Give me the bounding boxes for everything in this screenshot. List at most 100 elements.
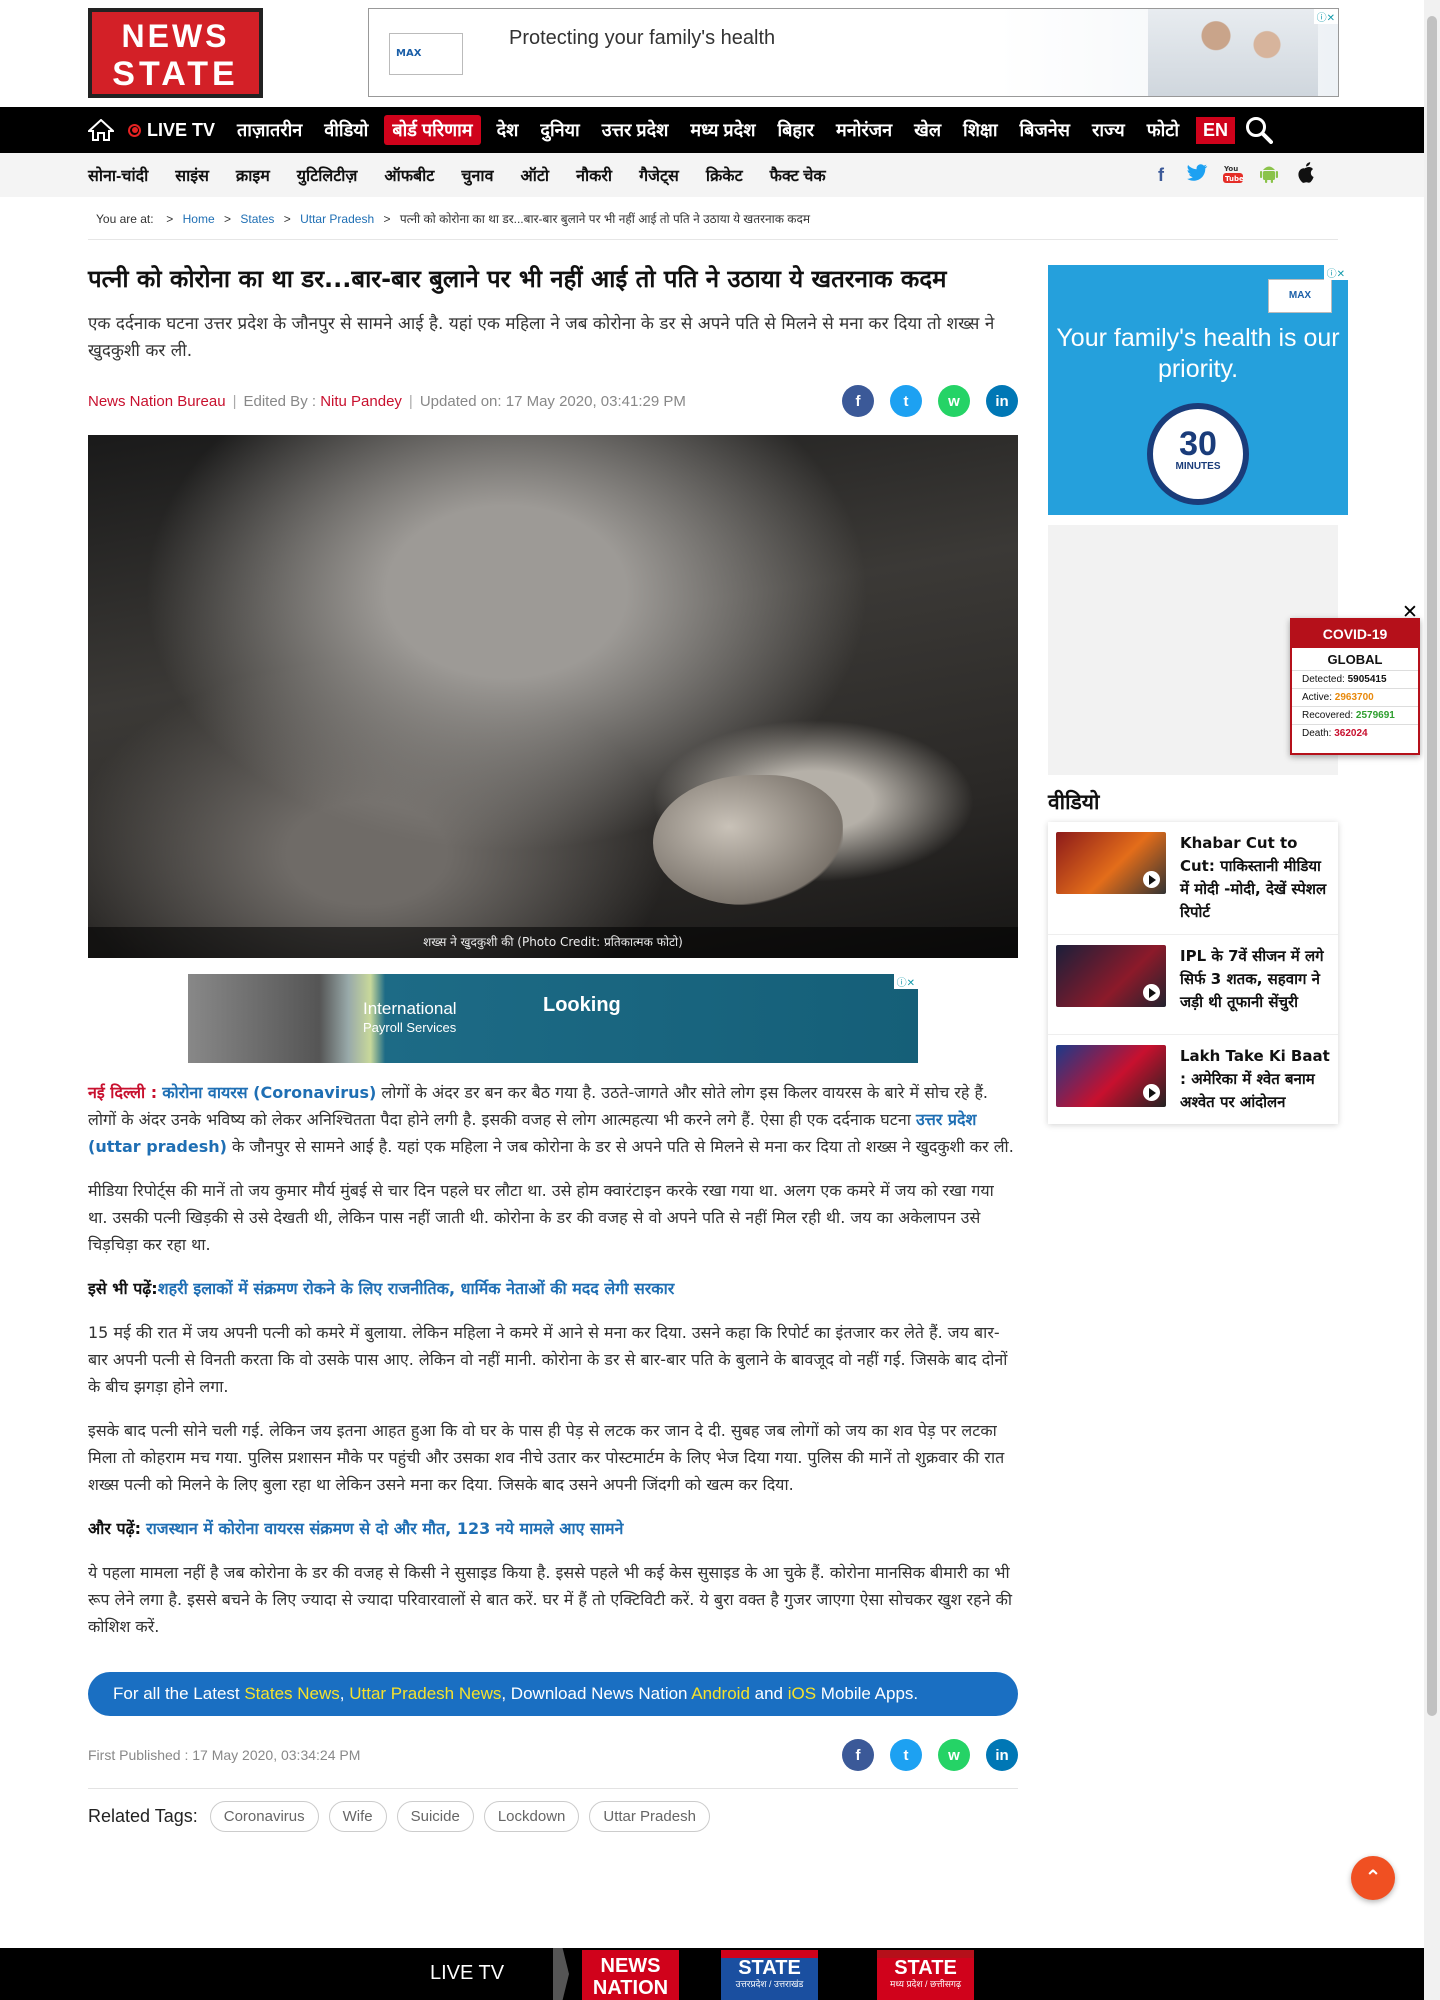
share-linkedin-button[interactable]: in	[986, 1739, 1018, 1771]
covid-region: GLOBAL	[1327, 652, 1383, 667]
site-logo[interactable]: NEWS STATE	[88, 8, 263, 98]
share-whatsapp-button[interactable]: w	[938, 1739, 970, 1771]
share-twitter-button[interactable]: t	[890, 385, 922, 417]
sub-nav-election[interactable]: चुनाव	[461, 164, 493, 186]
ad-brand-name: MAX	[396, 48, 422, 59]
video-item[interactable]: Khabar Cut to Cut: पाकिस्तानी मीडिया में…	[1048, 822, 1338, 935]
scrollbar-thumb[interactable]	[1427, 16, 1437, 1716]
also-read-link[interactable]: राजस्थान में कोरोना वायरस संक्रमण से दो …	[146, 1519, 623, 1538]
video-title: IPL के 7वें सीजन में लगे सिर्फ 3 शतक, सह…	[1180, 947, 1324, 1011]
ad-minutes: 30	[1179, 425, 1217, 463]
play-icon	[1143, 1084, 1160, 1101]
covid-active-label: Active:	[1302, 692, 1333, 703]
facebook-icon[interactable]: f	[1150, 165, 1172, 186]
also-read-link[interactable]: शहरी इलाकों में संक्रमण रोकने के लिए राज…	[158, 1279, 675, 1298]
apps-banner: For all the Latest States News, Uttar Pr…	[88, 1672, 1018, 1716]
play-icon	[1143, 984, 1160, 1001]
social-links: f You Tube	[1150, 162, 1316, 189]
ad-choices-icon[interactable]: ⓘ✕	[893, 974, 918, 989]
breadcrumb-home[interactable]: Home	[183, 212, 215, 226]
top-banner-ad[interactable]: MAX Protecting your family's health ⓘ✕	[368, 8, 1339, 97]
nav-item-board-results[interactable]: बोर्ड परिणाम	[384, 115, 481, 145]
sub-nav-fact-check[interactable]: फैक्ट चेक	[770, 164, 826, 186]
tag-uttar-pradesh[interactable]: Uttar Pradesh	[589, 1801, 710, 1832]
sub-nav-offbeat[interactable]: ऑफबीट	[384, 164, 434, 186]
nav-item-latest[interactable]: ताज़ातरीन	[226, 118, 313, 142]
covid-widget[interactable]: COVID-19 GLOBAL Detected: 5905415 Active…	[1290, 618, 1420, 755]
sub-nav-jobs[interactable]: नौकरी	[576, 164, 612, 186]
nav-item-country[interactable]: देश	[486, 118, 530, 142]
author-link[interactable]: News Nation Bureau	[88, 393, 226, 410]
nav-item-madhya-pradesh[interactable]: मध्य प्रदेश	[679, 118, 766, 142]
arrow-icon	[553, 1948, 569, 2000]
sub-nav-gadgets[interactable]: गैजेट्स	[639, 164, 679, 186]
language-en-button[interactable]: EN	[1196, 116, 1236, 144]
nav-item-education[interactable]: शिक्षा	[952, 118, 1008, 142]
android-app-link[interactable]: Android	[691, 1684, 750, 1703]
tag-lockdown[interactable]: Lockdown	[483, 1801, 580, 1832]
sub-nav-auto[interactable]: ऑटो	[520, 164, 549, 186]
channel-name: STATE	[894, 1957, 957, 1979]
twitter-icon[interactable]	[1186, 164, 1208, 187]
channel-news-nation[interactable]: NEWS NATION	[582, 1950, 679, 2000]
nav-live-tv[interactable]: LIVE TV	[124, 120, 226, 141]
covid-active: Active: 2963700	[1292, 688, 1418, 706]
covid-detected-label: Detected:	[1302, 674, 1345, 685]
share-facebook-button[interactable]: f	[842, 385, 874, 417]
tag-coronavirus[interactable]: Coronavirus	[209, 1801, 319, 1832]
ios-app-link[interactable]: iOS	[788, 1684, 816, 1703]
sub-nav-science[interactable]: साइंस	[175, 164, 209, 186]
top-header: NEWS STATE MAX Protecting your family's …	[0, 0, 1440, 107]
states-news-link[interactable]: States News	[244, 1684, 339, 1703]
sub-nav-crime[interactable]: क्राइम	[236, 164, 270, 186]
video-item[interactable]: Lakh Take Ki Baat : अमेरिका में श्वेत बन…	[1048, 1035, 1338, 1124]
video-item[interactable]: IPL के 7वें सीजन में लगे सिर्फ 3 शतक, सह…	[1048, 935, 1338, 1035]
edited-by-label: Edited By :	[243, 392, 317, 410]
video-section-title: वीडियो	[1048, 790, 1100, 814]
share-whatsapp-button[interactable]: w	[938, 385, 970, 417]
search-icon[interactable]	[1245, 116, 1274, 144]
nav-item-world[interactable]: दुनिया	[529, 118, 590, 142]
tag-wife[interactable]: Wife	[328, 1801, 387, 1832]
byline-divider: |	[408, 392, 413, 410]
nav-item-states[interactable]: राज्य	[1081, 118, 1136, 142]
share-linkedin-button[interactable]: in	[986, 385, 1018, 417]
scroll-to-top-button[interactable]: ⌃	[1351, 1856, 1395, 1900]
share-buttons-bottom: f t w in	[842, 1739, 1018, 1771]
nav-item-video[interactable]: वीडियो	[313, 118, 379, 142]
home-icon[interactable]	[86, 118, 116, 141]
share-twitter-button[interactable]: t	[890, 1739, 922, 1771]
sub-nav-gold-silver[interactable]: सोना-चांदी	[88, 164, 148, 186]
covid-death-value: 362024	[1334, 728, 1368, 739]
nav-item-photo[interactable]: फोटो	[1136, 118, 1190, 142]
channel-news-state-mp[interactable]: STATE मध्य प्रदेश / छत्तीसगढ़	[877, 1950, 974, 2000]
breadcrumb-separator: >	[162, 212, 174, 226]
article: पत्नी को कोरोना का था डर...बार-बार बुलान…	[88, 262, 1018, 1832]
youtube-icon[interactable]: You Tube	[1222, 162, 1244, 189]
ad-choices-icon[interactable]: ⓘ✕	[1313, 9, 1338, 24]
nav-item-business[interactable]: बिजनेस	[1009, 118, 1081, 142]
in-article-ad[interactable]: International Payroll Services Looking ⓘ…	[188, 974, 918, 1063]
tag-suicide[interactable]: Suicide	[396, 1801, 474, 1832]
android-icon[interactable]	[1258, 162, 1280, 189]
share-facebook-button[interactable]: f	[842, 1739, 874, 1771]
ad-text: Looking	[543, 994, 621, 1016]
nav-item-sports[interactable]: खेल	[903, 118, 952, 142]
breadcrumb-states[interactable]: States	[240, 212, 274, 226]
sidebar-ad[interactable]: MAX Your family's health is our priority…	[1048, 265, 1348, 515]
breadcrumb-uttar-pradesh[interactable]: Uttar Pradesh	[300, 212, 374, 226]
editor-link[interactable]: Nitu Pandey	[320, 393, 402, 410]
ad-text: Protecting your family's health	[509, 27, 776, 49]
sub-nav-cricket[interactable]: क्रिकेट	[706, 164, 743, 186]
channel-news-state-up[interactable]: STATE उत्तरप्रदेश / उत्तराखंड	[721, 1950, 818, 2000]
sub-nav-utilities[interactable]: युटिलिटीज़	[297, 164, 358, 186]
nav-item-entertainment[interactable]: मनोरंजन	[825, 118, 903, 142]
apple-icon[interactable]	[1294, 162, 1316, 189]
dateline: नई दिल्ली :	[88, 1083, 158, 1102]
coronavirus-link[interactable]: कोरोना वायरस (Coronavirus)	[162, 1083, 376, 1102]
breadcrumb-separator: >	[383, 212, 391, 226]
nav-item-bihar[interactable]: बिहार	[766, 118, 825, 142]
up-news-link[interactable]: Uttar Pradesh News	[349, 1684, 501, 1703]
nav-item-uttar-pradesh[interactable]: उत्तर प्रदेश	[591, 118, 680, 142]
ad-choices-icon[interactable]: ⓘ✕	[1323, 265, 1348, 280]
